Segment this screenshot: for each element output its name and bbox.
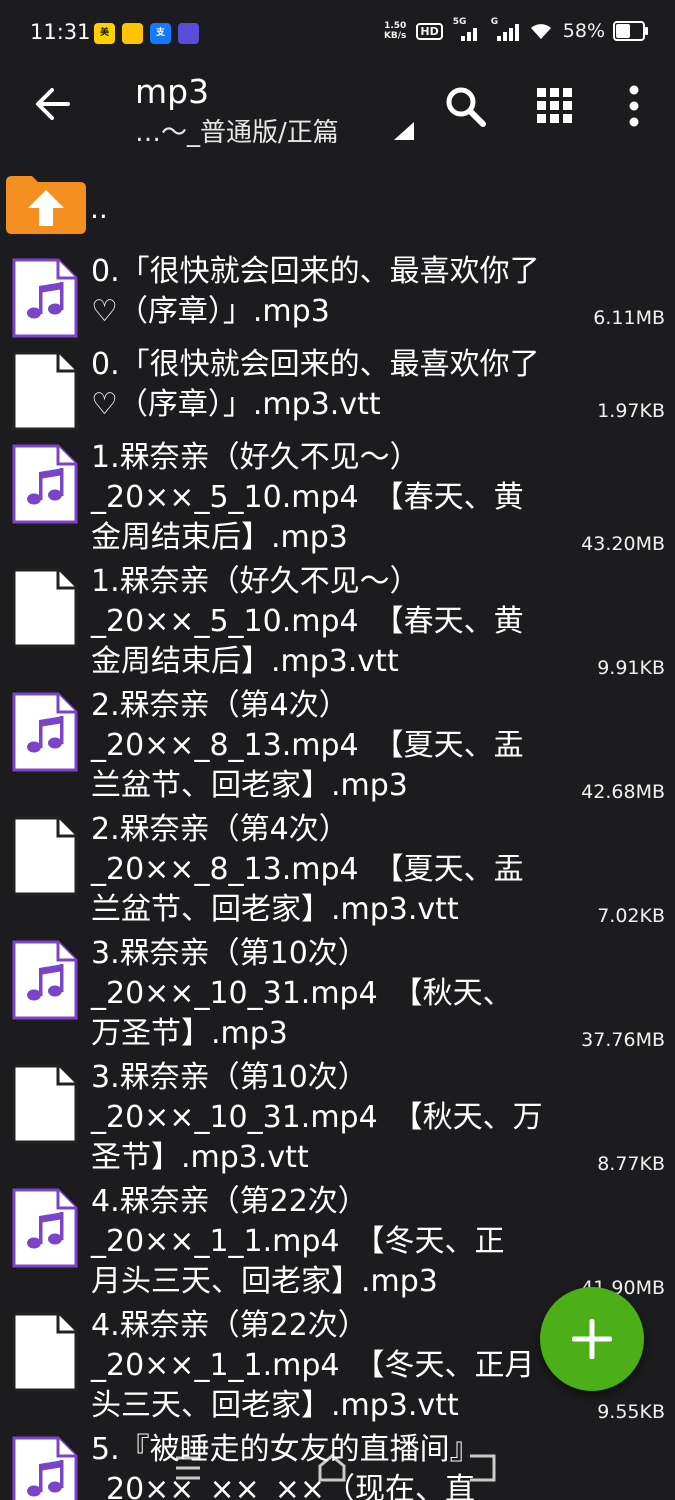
- battery-icon: [613, 21, 648, 41]
- plus-icon: [572, 1319, 612, 1359]
- text-file-icon: [12, 1312, 78, 1392]
- alipay-icon: 支: [150, 23, 171, 44]
- file-name: 0.「很快就会回来的、最喜欢你了 ♡（序章）」.mp3.vtt: [91, 345, 591, 425]
- file-name: 2.槑奈亲（第4次） _20××_8_13.mp4 【夏天、盂 兰盆节、回老家】.m…: [91, 686, 591, 806]
- audio-file-icon: [12, 692, 78, 772]
- file-name-line: 0.「很快就会回来的、最喜欢你了: [91, 254, 540, 289]
- file-name: 0.「很快就会回来的、最喜欢你了 ♡（序章）」.mp3: [91, 252, 591, 332]
- search-icon[interactable]: [443, 84, 487, 128]
- file-name-line: 3.槑奈亲（第10次）: [91, 1060, 368, 1095]
- file-name-line: 金周结束后】.mp3: [91, 520, 348, 555]
- audio-file-icon: [12, 258, 78, 338]
- file-size: 42.68MB: [581, 781, 665, 803]
- file-name-line: _20××_1_1.mp4 【冬天、正月: [91, 1348, 535, 1383]
- file-name-line: _20××_10_31.mp4 【秋天、万: [91, 1100, 543, 1135]
- file-row[interactable]: 4.槑奈亲（第22次） _20××_1_1.mp4 【冬天、正月头三天、回老家】.…: [0, 1182, 675, 1306]
- file-row[interactable]: 3.槑奈亲（第10次） _20××_10_31.mp4 【秋天、 万圣节】.mp3 3…: [0, 934, 675, 1058]
- file-name-line: 月头三天、回老家】.mp3: [91, 1264, 438, 1299]
- text-file-icon: [12, 1064, 78, 1144]
- path-dropdown-icon[interactable]: [394, 122, 414, 140]
- file-size: 43.20MB: [581, 533, 665, 555]
- navigation-gesture-hint: [176, 1454, 496, 1482]
- file-name: 2.槑奈亲（第4次） _20××_8_13.mp4 【夏天、盂 兰盆节、回老家】.m…: [91, 810, 591, 930]
- file-size: 37.76MB: [581, 1029, 665, 1051]
- file-name-line: 3.槑奈亲（第10次）: [91, 936, 368, 971]
- battery-percent: 58%: [562, 20, 605, 42]
- file-row[interactable]: 2.槑奈亲（第4次） _20××_8_13.mp4 【夏天、盂 兰盆节、回老家】.m…: [0, 810, 675, 934]
- net-speed: 1.50 KB/s: [383, 21, 407, 41]
- text-file-icon: [12, 816, 78, 896]
- file-row[interactable]: 0.「很快就会回来的、最喜欢你了 ♡（序章）」.mp3 6.11MB: [0, 252, 675, 345]
- folder-up-icon: [6, 176, 86, 234]
- audio-file-icon: [12, 1188, 78, 1268]
- file-name: 1.槑奈亲（好久不见～） _20××_5_10.mp4 【春天、黄 金周结束后】.m…: [91, 562, 591, 682]
- file-name-line: _20××_10_31.mp4 【秋天、: [91, 976, 513, 1011]
- file-name: 4.槑奈亲（第22次） _20××_1_1.mp4 【冬天、正月头三天、回老家】.…: [91, 1306, 591, 1426]
- file-name-line: 1.槑奈亲（好久不见～）: [91, 564, 420, 599]
- back-arrow-icon[interactable]: [30, 82, 74, 126]
- file-name-line: 万圣节】.mp3: [91, 1016, 288, 1051]
- audio-file-icon: [12, 444, 78, 524]
- file-name-line: ♡（序章）」.mp3: [91, 294, 330, 329]
- file-size: 6.11MB: [593, 307, 665, 329]
- file-name-line: 圣节】.mp3.vtt: [91, 1140, 309, 1175]
- file-name-line: _20××_8_13.mp4 【夏天、盂: [91, 852, 524, 887]
- folder-title: mp3: [135, 72, 210, 111]
- parent-directory-label: ..: [90, 192, 108, 225]
- status-bar: 11:31 美 支 1.50 KB/s HD 5G G 58%: [0, 0, 675, 70]
- app2-icon: [178, 23, 199, 44]
- file-row[interactable]: 1.槑奈亲（好久不见～） _20××_5_10.mp4 【春天、黄 金周结束后】.m…: [0, 562, 675, 686]
- grid-view-icon[interactable]: [533, 84, 577, 128]
- file-row[interactable]: 1.槑奈亲（好久不见～） _20××_5_10.mp4 【春天、黄 金周结束后】.m…: [0, 438, 675, 562]
- signal-icon: G: [491, 17, 519, 41]
- file-row[interactable]: 2.槑奈亲（第4次） _20××_8_13.mp4 【夏天、盂 兰盆节、回老家】.m…: [0, 686, 675, 810]
- file-size: 9.55KB: [597, 1401, 665, 1423]
- status-time: 11:31: [30, 20, 91, 44]
- app-icon: [122, 23, 143, 44]
- hd-icon: HD: [416, 22, 443, 40]
- file-size: 8.77KB: [597, 1153, 665, 1175]
- file-name-line: 4.槑奈亲（第22次）: [91, 1308, 368, 1343]
- file-size: 7.02KB: [597, 905, 665, 927]
- file-row[interactable]: 0.「很快就会回来的、最喜欢你了 ♡（序章）」.mp3.vtt 1.97KB: [0, 345, 675, 438]
- signal-5g-icon: 5G: [453, 17, 481, 41]
- file-name-line: 0.「很快就会回来的、最喜欢你了: [91, 347, 540, 382]
- file-size: 1.97KB: [597, 400, 665, 422]
- more-options-icon[interactable]: [612, 84, 656, 128]
- file-name-line: 金周结束后】.mp3.vtt: [91, 644, 399, 679]
- audio-file-icon: [12, 940, 78, 1020]
- file-name: 4.槑奈亲（第22次） _20××_1_1.mp4 【冬天、正月头三天、回老家】.…: [91, 1182, 591, 1302]
- file-name: 3.槑奈亲（第10次） _20××_10_31.mp4 【秋天、 万圣节】.mp3: [91, 934, 591, 1054]
- text-file-icon: [12, 351, 78, 431]
- file-name: 3.槑奈亲（第10次） _20××_10_31.mp4 【秋天、万 圣节】.mp3.…: [91, 1058, 591, 1178]
- file-name-line: 2.槑奈亲（第4次）: [91, 812, 349, 847]
- file-name-line: 2.槑奈亲（第4次）: [91, 688, 349, 723]
- add-fab-button[interactable]: [540, 1287, 644, 1391]
- file-name-line: 兰盆节、回老家】.mp3.vtt: [91, 892, 459, 927]
- path-subtitle[interactable]: …～_普通版/正篇: [135, 112, 339, 149]
- meituan-icon: 美: [94, 23, 115, 44]
- file-name-line: _20××_1_1.mp4 【冬天、正: [91, 1224, 505, 1259]
- system-icons: 1.50 KB/s HD 5G G 58%: [383, 17, 648, 42]
- file-name: 1.槑奈亲（好久不见～） _20××_5_10.mp4 【春天、黄 金周结束后】.m…: [91, 438, 591, 558]
- file-name-line: 4.槑奈亲（第22次）: [91, 1184, 368, 1219]
- file-size: 9.91KB: [597, 657, 665, 679]
- file-name-line: 1.槑奈亲（好久不见～）: [91, 440, 420, 475]
- parent-directory-row[interactable]: ..: [0, 170, 675, 240]
- battery: 58%: [562, 20, 648, 42]
- audio-file-icon: [12, 1436, 78, 1500]
- wifi-icon: [530, 24, 551, 39]
- file-name-line: _20××_8_13.mp4 【夏天、盂: [91, 728, 524, 763]
- file-name-line: _20××_5_10.mp4 【春天、黄: [91, 480, 524, 515]
- toolbar: mp3 …～_普通版/正篇: [0, 70, 675, 158]
- file-row[interactable]: 3.槑奈亲（第10次） _20××_10_31.mp4 【秋天、万 圣节】.mp3.…: [0, 1058, 675, 1182]
- text-file-icon: [12, 568, 78, 648]
- file-name-line: 兰盆节、回老家】.mp3: [91, 768, 408, 803]
- file-name-line: 头三天、回老家】.mp3.vtt: [91, 1388, 459, 1423]
- file-name-line: _20××_5_10.mp4 【春天、黄: [91, 604, 524, 639]
- notification-icons: 美 支: [94, 23, 199, 44]
- file-name-line: ♡（序章）」.mp3.vtt: [91, 387, 381, 422]
